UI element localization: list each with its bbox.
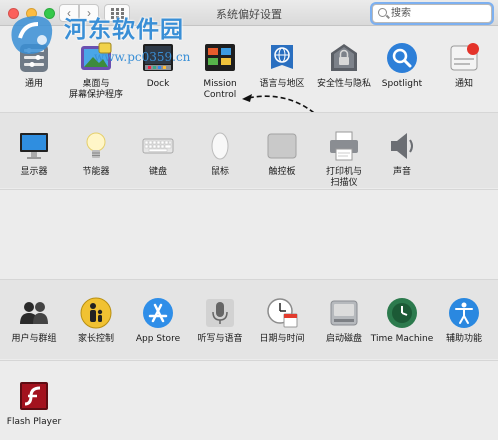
- printers-scanners-icon: [327, 129, 361, 163]
- pref-desktop-screensaver[interactable]: 桌面与 屏幕保护程序: [64, 41, 128, 101]
- pref-label: 通知: [454, 79, 473, 89]
- notifications-icon: [447, 41, 481, 75]
- pref-trackpad[interactable]: 触控板: [250, 129, 314, 178]
- pref-date-time[interactable]: 日期与时间: [250, 296, 314, 345]
- pref-label: 显示器: [20, 167, 48, 177]
- pref-label: 用户与群组: [11, 334, 57, 344]
- pref-label: 辅助功能: [445, 334, 482, 344]
- system-section: 用户与群组 家长控制 App Store 听写与语音 日期与时间 启动磁盘 Ti…: [0, 279, 498, 359]
- pref-printers-scanners[interactable]: 打印机与 扫描仪: [312, 129, 376, 189]
- language-region-icon: [265, 41, 299, 75]
- search-field[interactable]: [372, 4, 492, 23]
- pref-app-store[interactable]: App Store: [126, 296, 190, 345]
- accessibility-icon: [447, 296, 481, 330]
- pref-users-groups[interactable]: 用户与群组: [2, 296, 66, 345]
- pref-label: 启动磁盘: [325, 334, 362, 344]
- app-store-icon: [141, 296, 175, 330]
- pref-label: Time Machine: [370, 334, 434, 344]
- pref-keyboard[interactable]: 键盘: [126, 129, 190, 178]
- pref-displays[interactable]: 显示器: [2, 129, 66, 178]
- pref-flash-player[interactable]: Flash Player: [2, 379, 66, 428]
- pref-label: 语言与地区: [259, 79, 305, 89]
- sound-icon: [385, 129, 419, 163]
- pref-label: 桌面与 屏幕保护程序: [68, 79, 123, 100]
- pref-label: 安全性与隐私: [316, 79, 371, 89]
- desktop-screensaver-icon: [79, 41, 113, 75]
- trackpad-icon: [265, 129, 299, 163]
- pref-language-region[interactable]: 语言与地区: [250, 41, 314, 90]
- search-icon: [378, 8, 387, 17]
- internet-section: [0, 189, 498, 278]
- pref-label: 触控板: [268, 167, 296, 177]
- users-groups-icon: [17, 296, 51, 330]
- pref-label: 节能器: [82, 167, 110, 177]
- energy-saver-icon: [79, 129, 113, 163]
- pref-sound[interactable]: 声音: [370, 129, 434, 178]
- pref-dictation-speech[interactable]: 听写与语音: [188, 296, 252, 345]
- pref-label: Spotlight: [381, 79, 423, 89]
- pref-label: Dock: [146, 79, 170, 89]
- general-icon: [17, 41, 51, 75]
- flash-player-icon: [17, 379, 51, 413]
- displays-icon: [17, 129, 51, 163]
- pref-accessibility[interactable]: 辅助功能: [432, 296, 496, 345]
- pref-general[interactable]: 通用: [2, 41, 66, 90]
- pref-time-machine[interactable]: Time Machine: [370, 296, 434, 345]
- pref-label: 声音: [392, 167, 411, 177]
- search-input[interactable]: [391, 6, 487, 21]
- pref-label: App Store: [135, 334, 181, 344]
- pref-notifications[interactable]: 通知: [432, 41, 496, 90]
- dock-icon: [141, 41, 175, 75]
- pref-label: 家长控制: [77, 334, 114, 344]
- keyboard-icon: [141, 129, 175, 163]
- pref-label: Flash Player: [6, 417, 62, 427]
- spotlight-icon: [385, 41, 419, 75]
- date-time-icon: [265, 296, 299, 330]
- pref-label: 打印机与 扫描仪: [325, 167, 362, 188]
- mouse-icon: [203, 129, 237, 163]
- time-machine-icon: [385, 296, 419, 330]
- security-privacy-icon: [327, 41, 361, 75]
- pref-energy-saver[interactable]: 节能器: [64, 129, 128, 178]
- startup-disk-icon: [327, 296, 361, 330]
- pref-label: 日期与时间: [259, 334, 305, 344]
- parental-controls-icon: [79, 296, 113, 330]
- pref-parental-controls[interactable]: 家长控制: [64, 296, 128, 345]
- pref-label: 键盘: [148, 167, 167, 177]
- dictation-speech-icon: [203, 296, 237, 330]
- mission-control-icon: [203, 41, 237, 75]
- pref-label: 通用: [24, 79, 43, 89]
- pref-mouse[interactable]: 鼠标: [188, 129, 252, 178]
- hardware-section: 显示器 节能器 键盘 鼠标 触控板 打印机与 扫描仪 声音: [0, 112, 498, 188]
- pref-dock[interactable]: Dock: [126, 41, 190, 90]
- title-bar: ‹ › 系统偏好设置: [0, 0, 498, 26]
- pref-label: 听写与语音: [197, 334, 243, 344]
- pref-label: 鼠标: [210, 167, 229, 177]
- pref-security-privacy[interactable]: 安全性与隐私: [312, 41, 376, 90]
- pref-spotlight[interactable]: Spotlight: [370, 41, 434, 90]
- other-section: Flash Player: [0, 360, 498, 440]
- pref-startup-disk[interactable]: 启动磁盘: [312, 296, 376, 345]
